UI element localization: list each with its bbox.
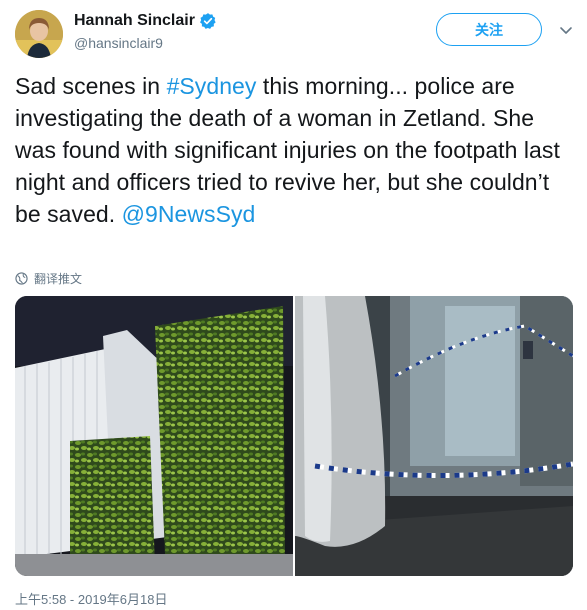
translate-label: 翻译推文 bbox=[34, 272, 83, 286]
globe-icon bbox=[15, 272, 28, 285]
timestamp[interactable]: 上午5:58 - 2019年6月18日 bbox=[15, 589, 167, 608]
verified-badge-icon bbox=[199, 13, 216, 29]
display-name[interactable]: Hannah Sinclair bbox=[74, 12, 195, 30]
user-handle[interactable]: @hansinclair9 bbox=[74, 35, 163, 51]
tweet-card: Hannah Sinclair @hansinclair9 关注 Sad sce… bbox=[0, 0, 587, 610]
mention-link[interactable]: @9NewsSyd bbox=[122, 201, 256, 227]
name-row: Hannah Sinclair bbox=[74, 12, 217, 30]
chevron-down-icon[interactable] bbox=[558, 22, 574, 38]
hashtag-link[interactable]: #Sydney bbox=[167, 73, 257, 99]
avatar[interactable] bbox=[15, 10, 63, 58]
hedge-fence-photo[interactable] bbox=[15, 296, 293, 576]
media-grid bbox=[15, 296, 573, 576]
translate-tweet-link[interactable]: 翻译推文 bbox=[15, 270, 82, 287]
police-tape-doorway-photo[interactable] bbox=[295, 296, 573, 576]
follow-button[interactable]: 关注 bbox=[436, 13, 542, 46]
tweet-text: Sad scenes in #Sydney this morning... po… bbox=[15, 70, 580, 230]
tweet-text-part: Sad scenes in bbox=[15, 73, 167, 99]
